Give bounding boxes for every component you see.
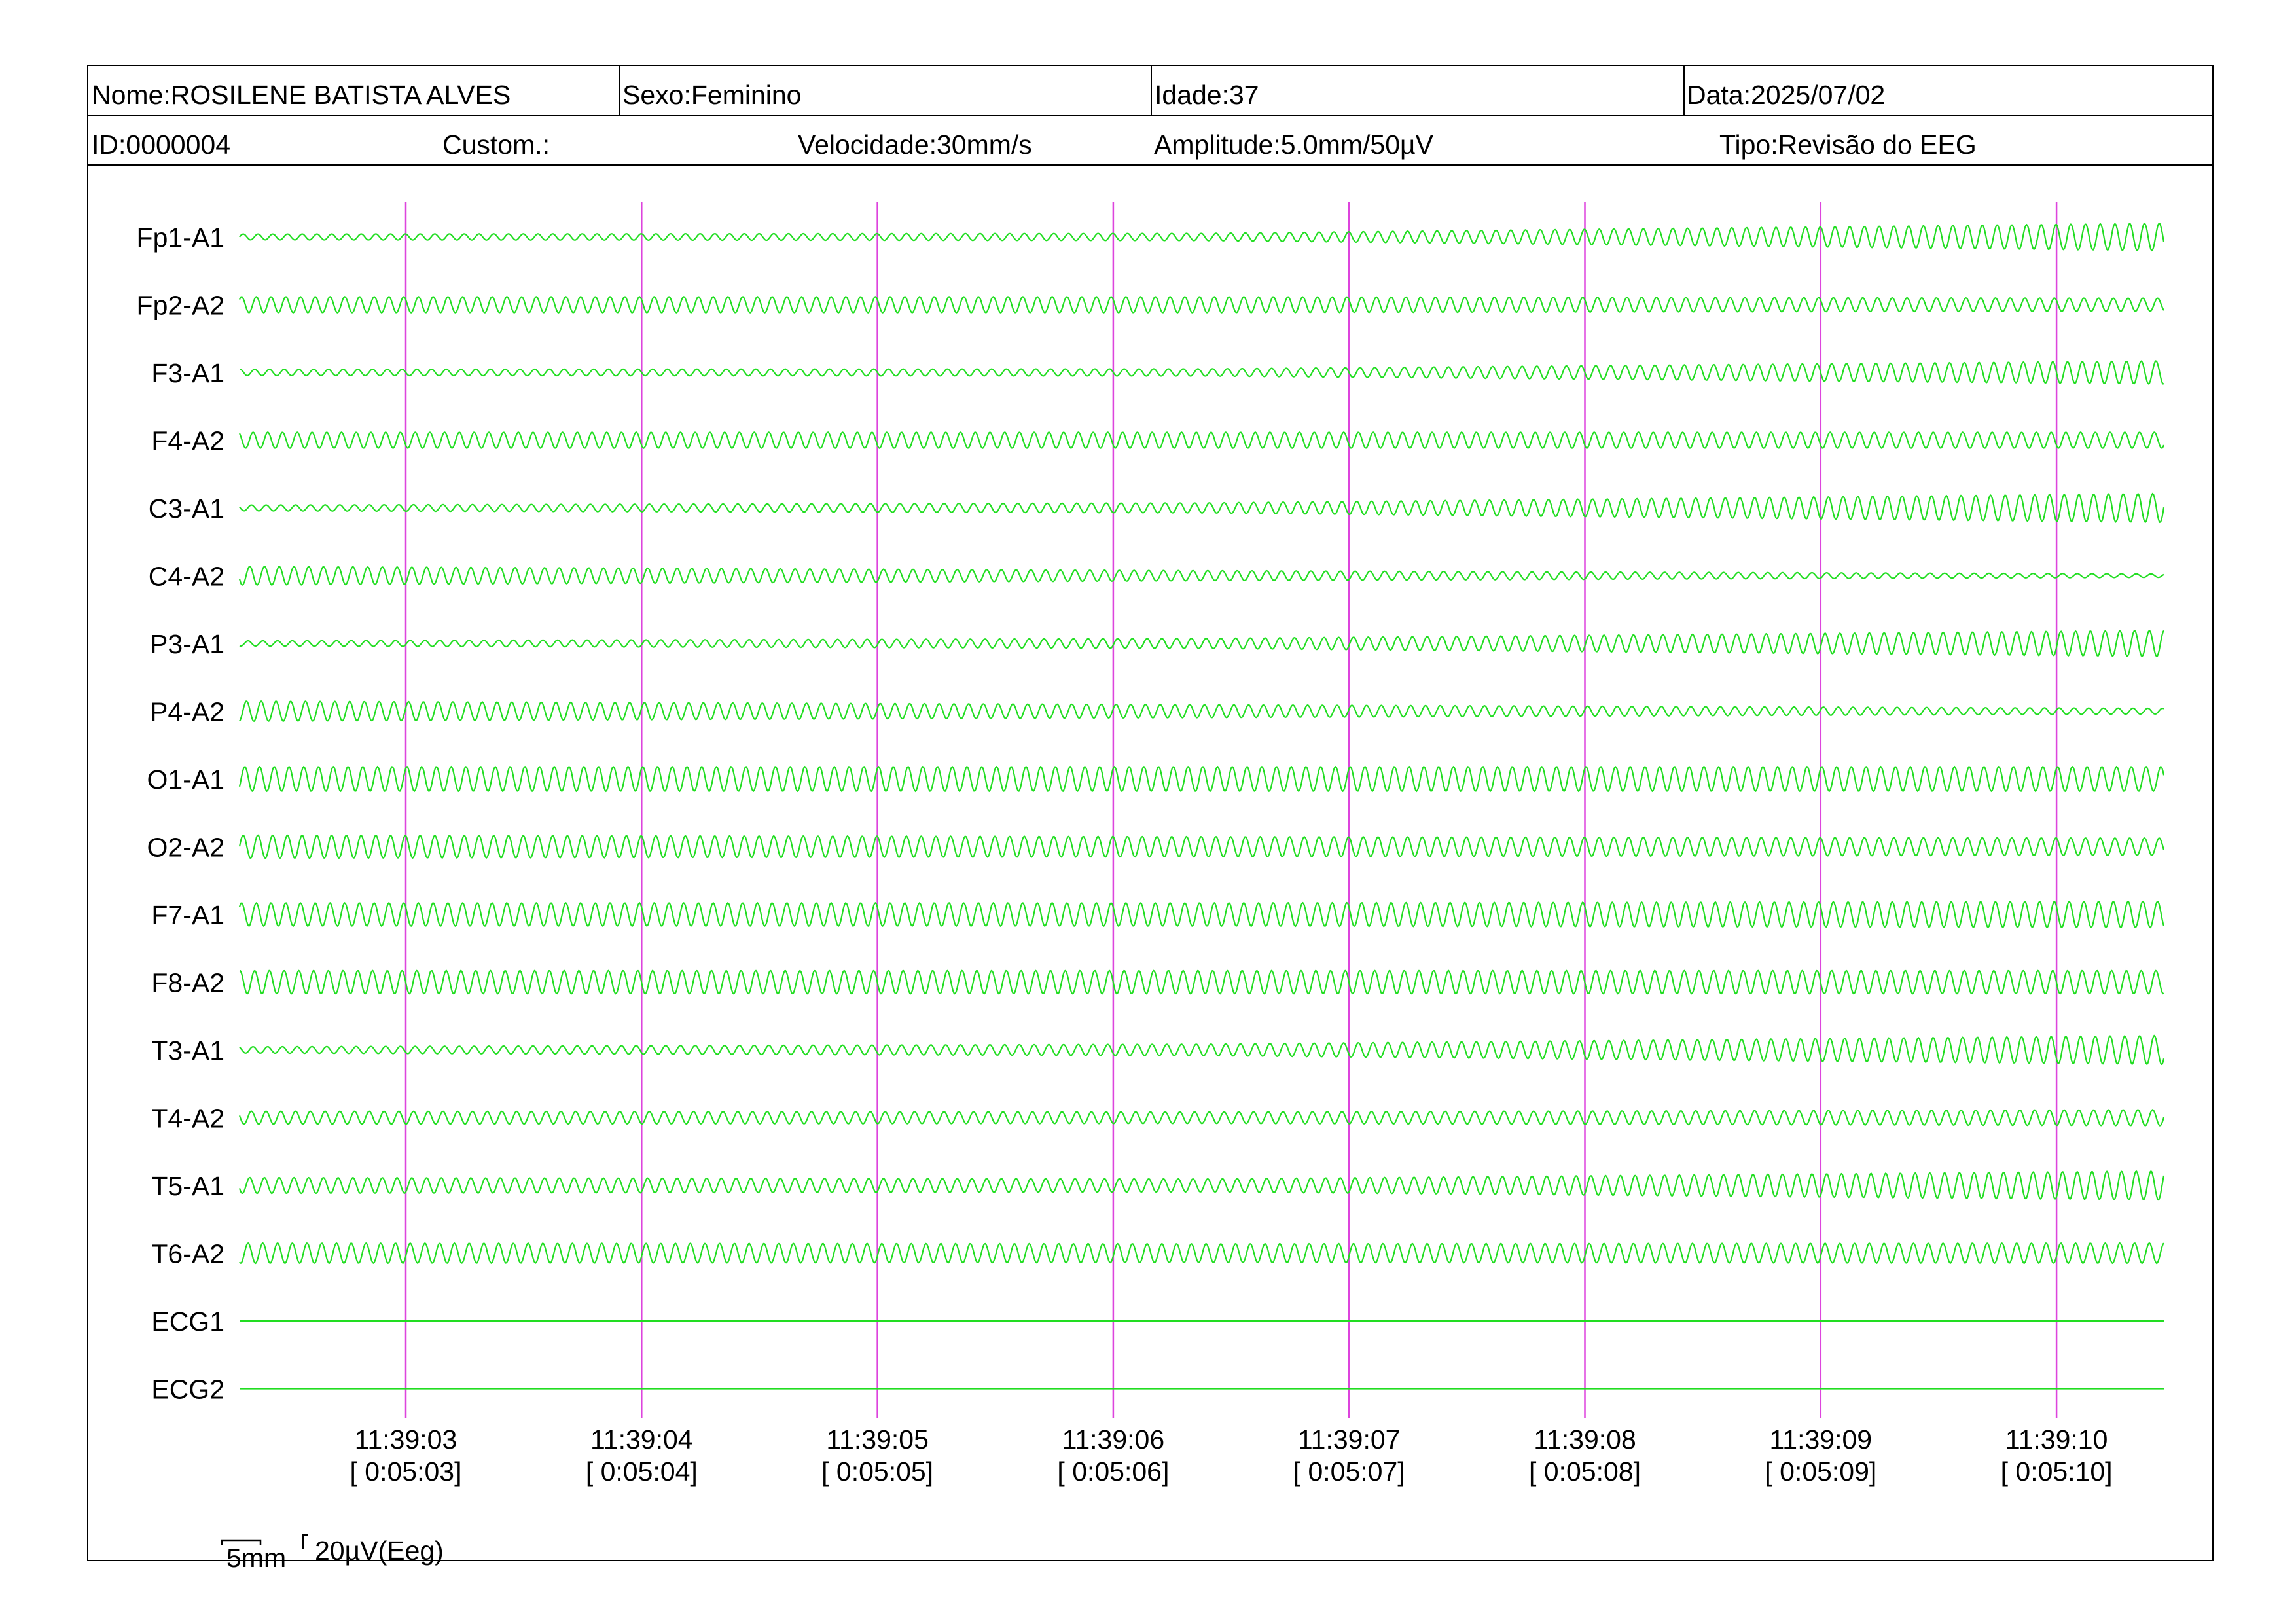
eeg-trace xyxy=(239,296,2164,314)
channel-label: O1-A1 xyxy=(147,765,225,795)
eeg-trace xyxy=(238,566,2164,586)
channel-label: Fp2-A2 xyxy=(137,291,224,321)
time-marker-clock-label: 11:39:07 xyxy=(1298,1424,1401,1454)
time-marker-clock-label: 11:39:09 xyxy=(1770,1424,1873,1454)
eeg-trace xyxy=(239,629,2164,658)
time-marker-elapsed-label: [ 0:05:05] xyxy=(821,1456,933,1487)
time-marker-clock-label: 11:39:08 xyxy=(1534,1424,1636,1454)
time-marker-elapsed-label: [ 0:05:04] xyxy=(586,1456,698,1487)
channel-label: F4-A2 xyxy=(151,426,224,456)
eeg-trace xyxy=(238,900,2165,929)
eeg-trace xyxy=(239,431,2165,449)
channel-label: O2-A2 xyxy=(147,833,225,863)
channel-label: T6-A2 xyxy=(151,1239,224,1269)
time-marker-elapsed-label: [ 0:05:06] xyxy=(1057,1456,1169,1487)
channel-label: F7-A1 xyxy=(151,900,224,930)
time-marker-clock-label: 11:39:03 xyxy=(355,1424,457,1454)
eeg-trace xyxy=(239,1242,2164,1265)
channel-label: ECG2 xyxy=(151,1375,224,1405)
eeg-trace xyxy=(239,969,2164,995)
time-marker-elapsed-label: [ 0:05:07] xyxy=(1293,1456,1405,1487)
eeg-trace xyxy=(239,222,2165,252)
channel-label: T4-A2 xyxy=(151,1104,224,1134)
time-marker-clock-label: 11:39:05 xyxy=(826,1424,929,1454)
time-marker-clock-label: 11:39:10 xyxy=(2005,1424,2108,1454)
time-marker-clock-label: 11:39:04 xyxy=(590,1424,693,1454)
channel-label: T3-A1 xyxy=(151,1036,224,1066)
eeg-trace xyxy=(238,765,2165,793)
channel-label: F8-A2 xyxy=(151,968,224,998)
eeg-trace xyxy=(239,492,2165,524)
time-marker-elapsed-label: [ 0:05:10] xyxy=(2001,1456,2113,1487)
eeg-trace xyxy=(238,1170,2165,1201)
time-marker-layer xyxy=(404,202,2058,1418)
time-marker-elapsed-label: [ 0:05:03] xyxy=(350,1456,462,1487)
time-marker-elapsed-label: [ 0:05:08] xyxy=(1529,1456,1641,1487)
eeg-trace xyxy=(238,1109,2165,1127)
channel-label: P3-A1 xyxy=(150,629,224,659)
time-marker-clock-label: 11:39:06 xyxy=(1062,1424,1165,1454)
trace-layer xyxy=(238,222,2165,1390)
time-marker-elapsed-label: [ 0:05:09] xyxy=(1765,1456,1876,1487)
time-scale-label: 5mm xyxy=(226,1543,286,1573)
amplitude-scale-label: 20µV(Eeg) xyxy=(315,1536,444,1566)
eeg-trace xyxy=(238,834,2165,859)
channel-label: ECG1 xyxy=(151,1307,224,1337)
eeg-trace xyxy=(239,700,2164,723)
eeg-trace xyxy=(240,360,2164,385)
channel-label: C3-A1 xyxy=(149,494,224,524)
eeg-chart: 11:39:03[ 0:05:03] 11:39:04[ 0:05:04] 11:3… xyxy=(137,202,2165,1573)
label-layer: 11:39:03[ 0:05:03] 11:39:04[ 0:05:04] 11:3… xyxy=(137,223,2113,1487)
channel-label: T5-A1 xyxy=(151,1171,224,1201)
channel-label: Fp1-A1 xyxy=(137,223,224,253)
channel-label: C4-A2 xyxy=(149,562,224,592)
channel-label: P4-A2 xyxy=(150,697,224,727)
eeg-trace xyxy=(239,1034,2165,1066)
channel-label: F3-A1 xyxy=(151,358,224,388)
